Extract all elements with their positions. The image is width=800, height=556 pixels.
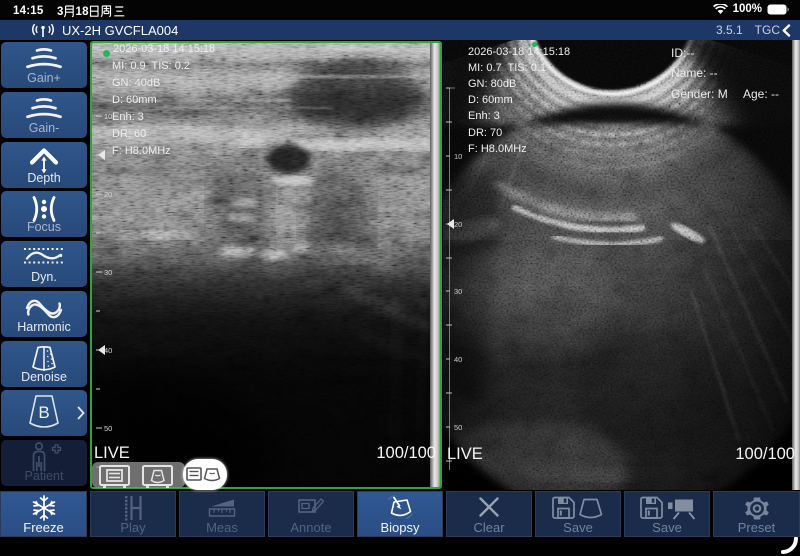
svg-text:20: 20 [454,220,462,229]
svg-text:30: 30 [454,287,462,296]
svg-text:40: 40 [454,355,462,364]
svg-text:40: 40 [104,346,112,355]
svg-text:30: 30 [104,268,112,277]
svg-text:20: 20 [104,190,112,199]
svg-text:3: 3 [57,6,64,18]
svg-text:50: 50 [454,423,462,432]
svg-text:B: B [38,403,49,422]
svg-text:10: 10 [454,152,462,161]
svg-text:18: 18 [76,6,90,18]
svg-text:50: 50 [104,424,112,433]
